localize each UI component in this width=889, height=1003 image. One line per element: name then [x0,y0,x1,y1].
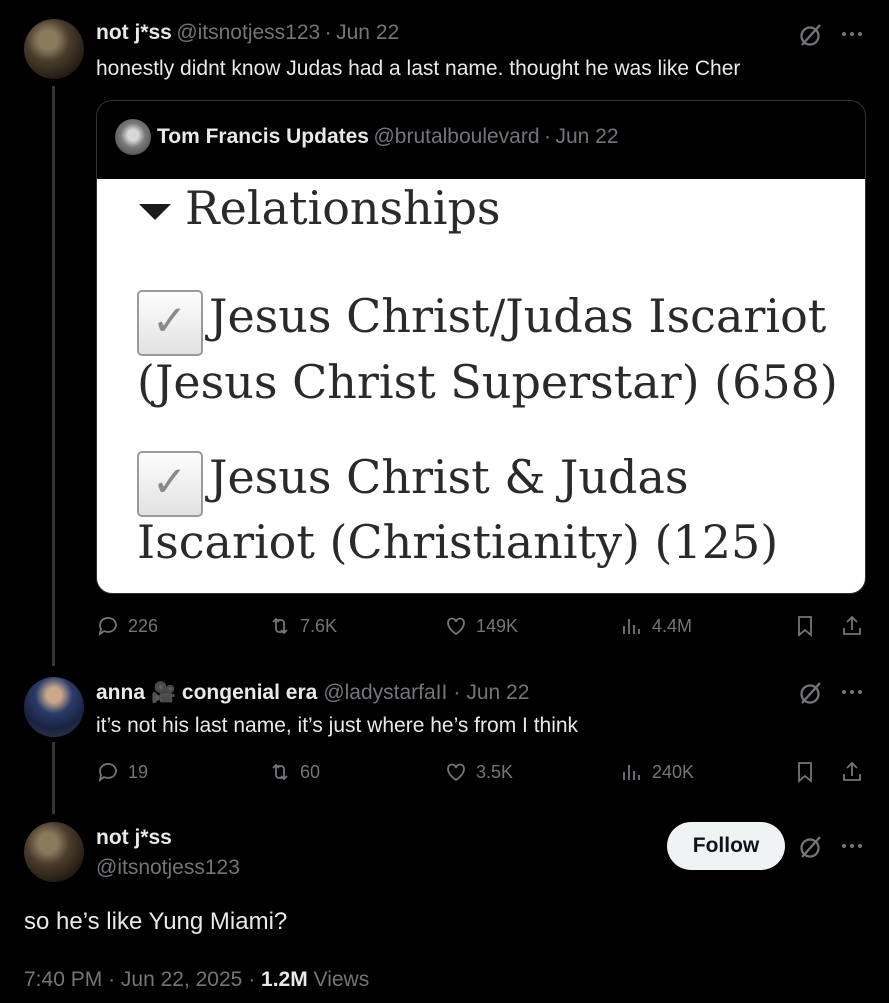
tweet-time[interactable]: 7:40 PM [24,968,102,991]
views-count: 240K [652,761,695,782]
tweet-full-date[interactable]: Jun 22, 2025 [121,968,242,991]
reply-count: 226 [128,615,159,636]
quote-avatar [115,119,151,155]
like-button[interactable]: 149K [444,614,518,638]
repost-icon [272,617,288,635]
image-item-text: Iscariot (Christianity) (125) [137,515,779,569]
separator: · [544,125,551,148]
views-label: Views [313,968,370,991]
views-icon [623,765,640,780]
quote-tweet[interactable]: Tom Francis Updates @brutalboulevard · J… [96,100,866,594]
separator: · [108,968,116,991]
avatar[interactable] [24,19,84,79]
like-button[interactable]: 3.5K [444,760,513,784]
author-name[interactable]: not j*ss [96,21,172,44]
more-icon[interactable] [840,836,864,861]
author-name[interactable]: not j*ss [96,826,172,850]
views-icon [623,619,640,634]
avatar[interactable] [24,677,84,737]
views-count: 1.2M [261,968,308,991]
tweet-text: so he’s like Yung Miami? [24,908,288,935]
tweet-header: anna 🎥 congenial era @ladystarfaII · Jun… [96,680,529,705]
quote-date: Jun 22 [555,125,619,148]
tweet-meta: 7:40 PM · Jun 22, 2025 · 1.2M Views [24,968,369,992]
bookmark-icon [798,762,812,783]
heart-icon [447,617,465,636]
tweet-header: not j*ss @itsnotjess123 · Jun 22 [96,21,399,45]
author-handle[interactable]: @itsnotjess123 [96,856,240,880]
bookmark-button[interactable] [793,614,817,638]
checkbox-icon: ✓ [137,451,203,517]
tweet-date[interactable]: Jun 22 [336,21,399,44]
checkbox-icon: ✓ [137,290,203,356]
views-button[interactable]: 4.4M [620,614,692,638]
quote-header: Tom Francis Updates @brutalboulevard · J… [157,125,619,149]
author-name[interactable]: anna [96,681,145,705]
reply-button[interactable]: 19 [96,760,148,784]
grok-icon[interactable] [798,834,824,865]
heart-icon [447,763,465,782]
views-count: 4.4M [652,615,693,636]
repost-button[interactable]: 60 [268,760,320,784]
avatar[interactable] [24,822,84,882]
reply-icon [98,617,117,637]
repost-count: 7.6K [300,615,338,636]
image-heading: Relationships [185,181,501,235]
bookmark-button[interactable] [793,760,817,784]
share-button[interactable] [840,614,864,638]
quote-image[interactable]: Relationships ✓ Jesus Christ/Judas Iscar… [97,179,865,593]
reply-count: 19 [128,761,149,782]
quote-author-handle: @brutalboulevard [373,125,540,148]
more-icon[interactable] [840,682,864,707]
tweet-text: it’s not his last name, it’s just where … [96,714,579,737]
caret-down-icon [139,204,171,226]
share-icon [843,615,861,635]
follow-button[interactable]: Follow [667,822,785,870]
repost-count: 60 [300,761,321,782]
image-item-text: Jesus Christ & Judas [209,450,689,504]
reply-button[interactable]: 226 [96,614,158,638]
grok-icon[interactable] [798,680,824,711]
tweet-text: honestly didnt know Judas had a last nam… [96,57,741,80]
separator: · [453,680,461,704]
thread-line [52,86,55,666]
author-handle[interactable]: @itsnotjess123 [176,21,320,44]
like-count: 3.5K [476,761,514,782]
movie-camera-icon: 🎥 [151,682,176,704]
views-button[interactable]: 240K [620,760,694,784]
share-icon [843,761,861,781]
thread-line [52,742,55,814]
reply-icon [98,763,117,783]
grok-icon[interactable] [798,22,824,53]
like-count: 149K [476,615,519,636]
image-item-text: Jesus Christ/Judas Iscariot [209,289,827,343]
image-item-text: (Jesus Christ Superstar) (658) [137,355,838,409]
more-icon[interactable] [840,24,864,49]
bookmark-icon [798,616,812,637]
separator: · [324,21,332,44]
separator: · [248,968,256,991]
author-handle[interactable]: @ladystarfaII [323,681,447,705]
quote-author-name: Tom Francis Updates [157,125,369,148]
repost-icon [272,763,288,781]
author-name-suffix[interactable]: congenial era [182,681,317,705]
repost-button[interactable]: 7.6K [268,614,337,638]
share-button[interactable] [840,760,864,784]
tweet-date[interactable]: Jun 22 [466,681,529,705]
